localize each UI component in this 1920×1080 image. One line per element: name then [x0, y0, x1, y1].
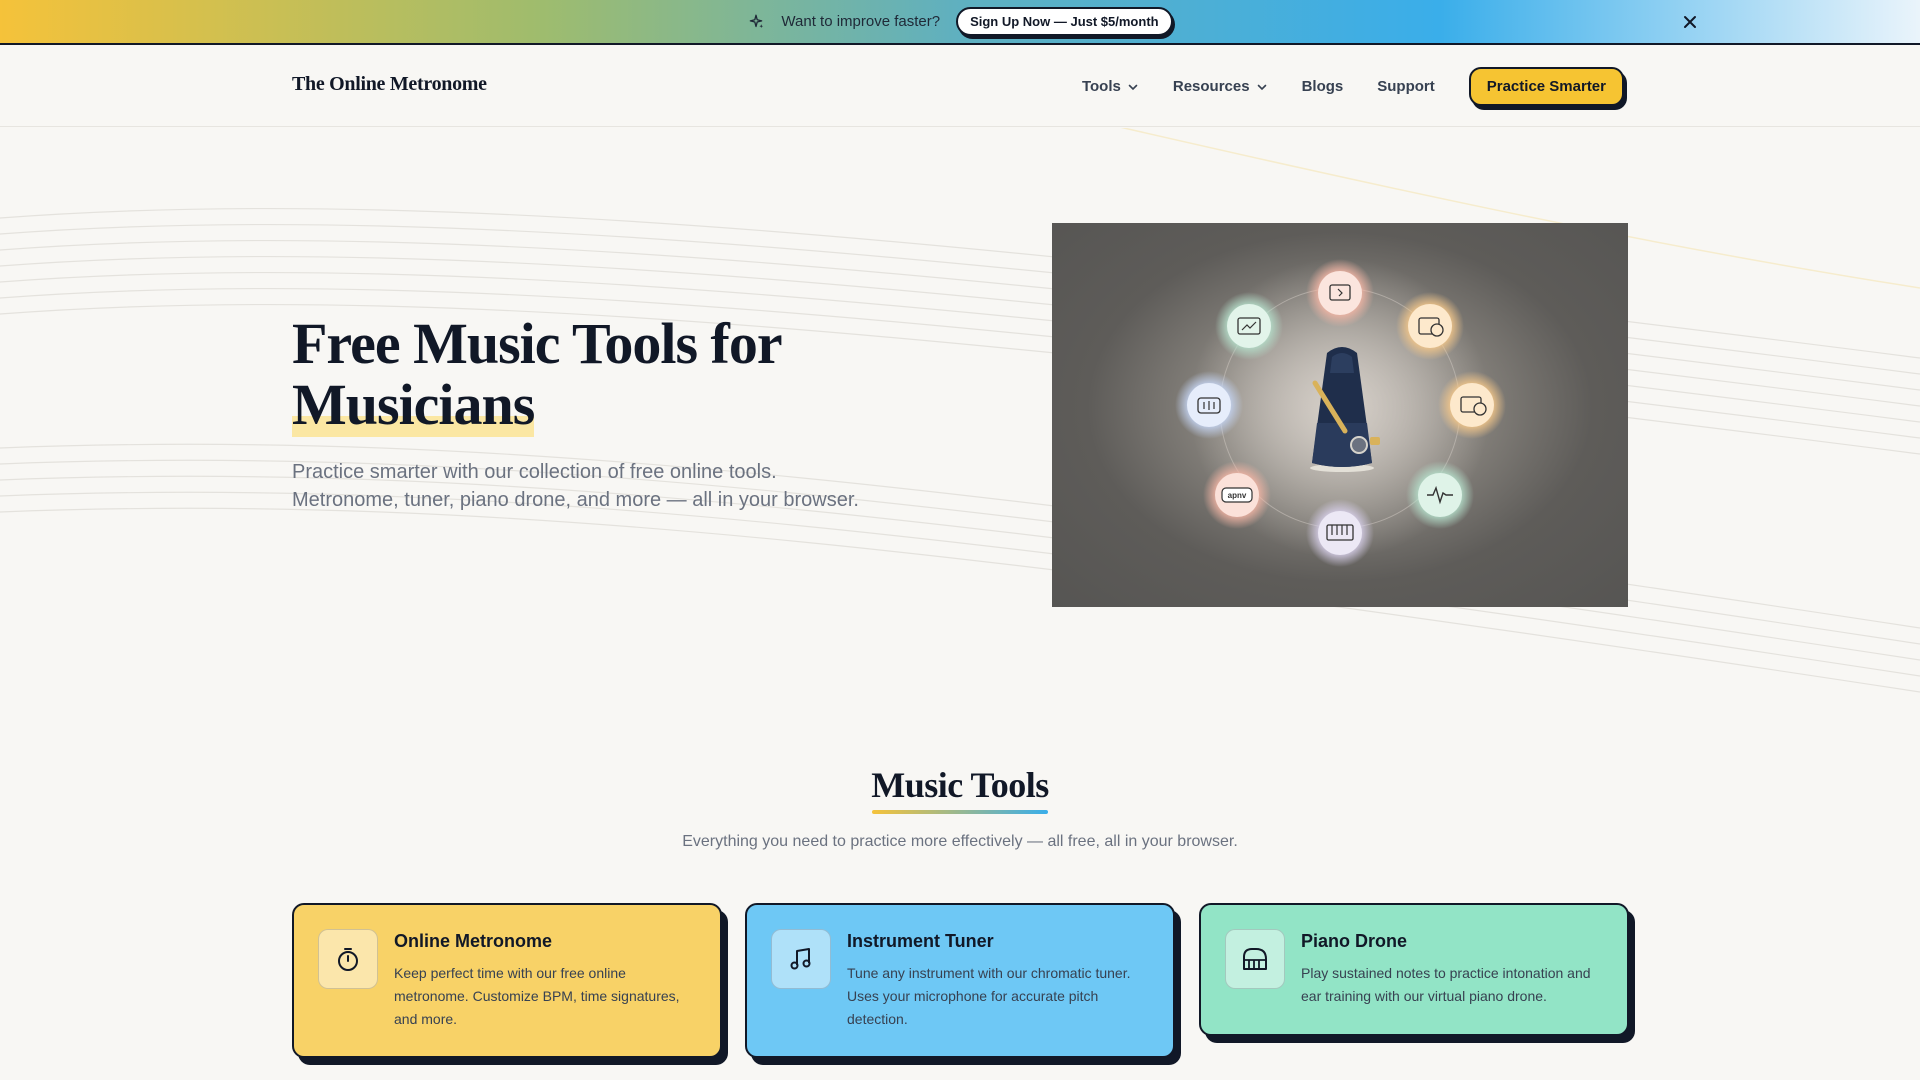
section-title: Music Tools [871, 765, 1049, 805]
card-title: Piano Drone [1301, 931, 1408, 951]
chevron-down-icon [1257, 84, 1266, 90]
nav-item-support[interactable]: Support [1377, 78, 1435, 95]
stopwatch-icon [318, 929, 378, 989]
apnv-badge-text: apnv [1228, 491, 1247, 500]
practice-smarter-button[interactable]: Practice Smarter [1468, 67, 1624, 106]
nav-item-label: Tools [1081, 78, 1121, 95]
promo-banner: Want to improve faster? Sign Up Now — Ju… [0, 0, 1920, 45]
signup-button[interactable]: Sign Up Now — Just $5/month [956, 7, 1173, 36]
hero-illustration: apnv [1052, 223, 1628, 607]
nav-item-label: Blogs [1301, 78, 1344, 95]
hero-title-highlight: Musicians [292, 372, 535, 437]
card-description: Play sustained notes to practice intonat… [1301, 965, 1591, 1004]
tool-card-metronome[interactable]: Online Metronome Keep perfect time with … [292, 903, 722, 1058]
nav-item-label: Support [1377, 78, 1435, 95]
chevron-down-icon [1128, 84, 1138, 90]
close-icon[interactable] [1680, 12, 1700, 32]
sparkle-icon [750, 14, 764, 28]
section-subtitle: Everything you need to practice more eff… [682, 833, 1238, 850]
nav-item-blogs[interactable]: Blogs [1302, 78, 1344, 95]
nav-item-tools[interactable]: Tools [1082, 78, 1139, 95]
metronome-illustration: apnv [1175, 258, 1506, 567]
hero-title-line1: Free Music Tools for [292, 311, 783, 376]
card-title: Instrument Tuner [847, 931, 994, 951]
hero-title: Free Music Tools for Musicians [292, 311, 912, 437]
tool-card-piano-drone[interactable]: Piano Drone Play sustained notes to prac… [1199, 903, 1629, 1036]
brand-logo[interactable]: The Online Metronome [292, 73, 487, 96]
hero-wave-lines [0, 128, 1920, 693]
hero-subtitle-line1: Practice smarter with our collection of … [292, 461, 777, 483]
promo-text: Want to improve faster? [781, 13, 941, 30]
site-header: The Online Metronome Tools Resources Blo… [0, 45, 1920, 127]
card-description: Keep perfect time with our free online m… [394, 965, 680, 1027]
nav-item-resources[interactable]: Resources [1173, 78, 1268, 95]
piano-icon [1225, 929, 1285, 989]
card-title: Online Metronome [394, 931, 553, 951]
hero-subtitle-line2: Metronome, tuner, piano drone, and more … [292, 489, 859, 511]
hero-subtitle: Practice smarter with our collection of … [292, 458, 912, 514]
music-note-icon [771, 929, 831, 989]
nav-item-label: Resources [1172, 78, 1250, 95]
main-nav: Tools Resources Blogs Support Practice S… [1082, 67, 1624, 106]
card-description: Tune any instrument with our chromatic t… [847, 965, 1131, 1027]
section-title-underline [872, 810, 1048, 814]
tool-card-tuner[interactable]: Instrument Tuner Tune any instrument wit… [745, 903, 1175, 1058]
